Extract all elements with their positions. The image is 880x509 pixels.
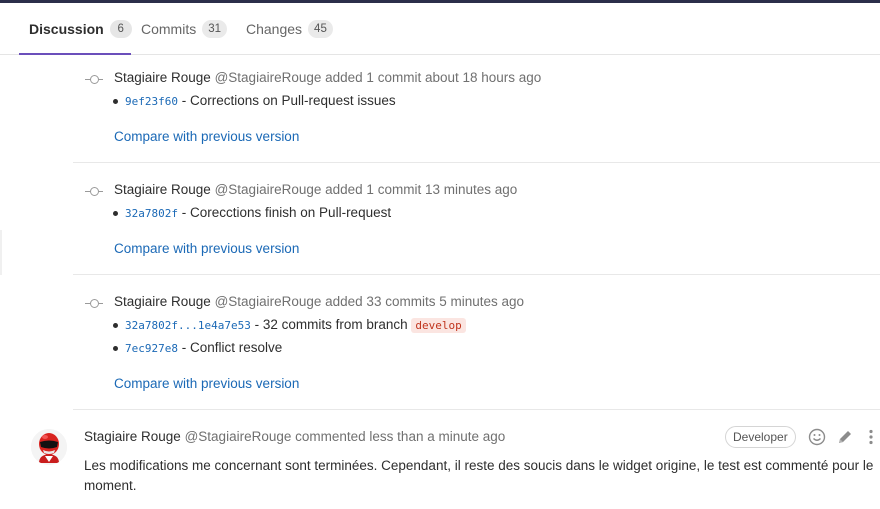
branch-badge[interactable]: develop [411,318,466,333]
note-author[interactable]: Stagiaire Rouge [114,294,211,309]
comment-body: Les modifications me concernant sont ter… [84,458,874,493]
comment-username[interactable]: @StagiaireRouge [185,429,292,444]
comment: Stagiaire Rouge @StagiaireRouge commente… [0,410,880,509]
tab-discussion[interactable]: Discussion 6 [29,3,132,54]
ellipsis-vertical-icon[interactable] [864,428,878,446]
tab-commits-label: Commits [141,20,197,37]
note-action: added 1 commit 13 minutes ago [325,182,518,197]
comment-author[interactable]: Stagiaire Rouge [84,429,181,444]
commit-item: 9ef23f60 - Corrections on Pull-request i… [113,92,396,115]
avatar[interactable] [31,429,67,465]
gutter-line [0,230,2,275]
compare-previous-link[interactable]: Compare with previous version [114,241,299,256]
commit-range-link[interactable]: 32a7802f...1e4a7e53 [125,319,251,332]
commit-sha-link[interactable]: 32a7802f [125,207,178,220]
divider [73,274,880,275]
tab-changes[interactable]: Changes 45 [246,3,333,54]
note-author[interactable]: Stagiaire Rouge [114,182,211,197]
note-username[interactable]: @StagiaireRouge [215,294,322,309]
smiley-icon[interactable] [808,428,826,446]
commit-message: - Conflict resolve [181,340,283,355]
commit-sha-link[interactable]: 9ef23f60 [125,95,178,108]
tab-changes-label: Changes [246,20,303,37]
commit-list: 9ef23f60 - Corrections on Pull-request i… [113,92,396,115]
note-header: Stagiaire Rouge @StagiaireRouge added 33… [114,294,524,309]
note-action: added 33 commits 5 minutes ago [325,294,525,309]
power-ranger-avatar-icon [31,429,67,465]
comment-header: Stagiaire Rouge @StagiaireRouge commente… [84,429,505,444]
commit-icon [85,299,103,309]
compare-previous-link[interactable]: Compare with previous version [114,129,299,144]
note-username[interactable]: @StagiaireRouge [215,182,322,197]
commit-item: 32a7802f - Corecctions finish on Pull-re… [112,204,392,227]
divider [73,162,880,163]
commit-message: - 32 commits from branch [254,317,408,332]
active-tab-underline [19,53,131,55]
compare-previous-link[interactable]: Compare with previous version [114,376,299,391]
commit-sha-link[interactable]: 7ec927e8 [125,342,178,355]
note-header: Stagiaire Rouge @StagiaireRouge added 1 … [114,182,517,197]
merge-request-tabs: Discussion 6 Commits 31 Changes 45 [0,3,880,55]
commit-item: 32a7802f...1e4a7e53 - 32 commits from br… [113,316,466,339]
commit-list: 32a7802f...1e4a7e53 - 32 commits from br… [113,316,466,362]
commit-icon [85,75,103,85]
pencil-icon[interactable] [836,428,854,446]
note-action: added 1 commit about 18 hours ago [325,70,542,85]
comment-timestamp: commented less than a minute ago [295,429,506,444]
note-header: Stagiaire Rouge @StagiaireRouge added 1 … [114,70,541,85]
commit-list: 32a7802f - Corecctions finish on Pull-re… [112,204,392,227]
tab-changes-count: 45 [308,19,333,38]
system-note: Stagiaire Rouge @StagiaireRouge added 33… [73,294,880,409]
commit-icon [85,187,103,197]
system-note: Stagiaire Rouge @StagiaireRouge added 1 … [73,70,880,162]
commit-item: 7ec927e8 - Conflict resolve [113,339,466,362]
commit-message: - Corrections on Pull-request issues [181,93,396,108]
note-username[interactable]: @StagiaireRouge [215,70,322,85]
tab-commits[interactable]: Commits 31 [141,3,228,54]
tab-discussion-label: Discussion [29,20,104,37]
system-note: Stagiaire Rouge @StagiaireRouge added 1 … [73,182,880,274]
tab-commits-count: 31 [202,19,228,38]
commit-message: - Corecctions finish on Pull-request [181,205,392,220]
tab-discussion-count: 6 [109,19,132,38]
role-badge: Developer [725,426,796,448]
note-author[interactable]: Stagiaire Rouge [114,70,211,85]
